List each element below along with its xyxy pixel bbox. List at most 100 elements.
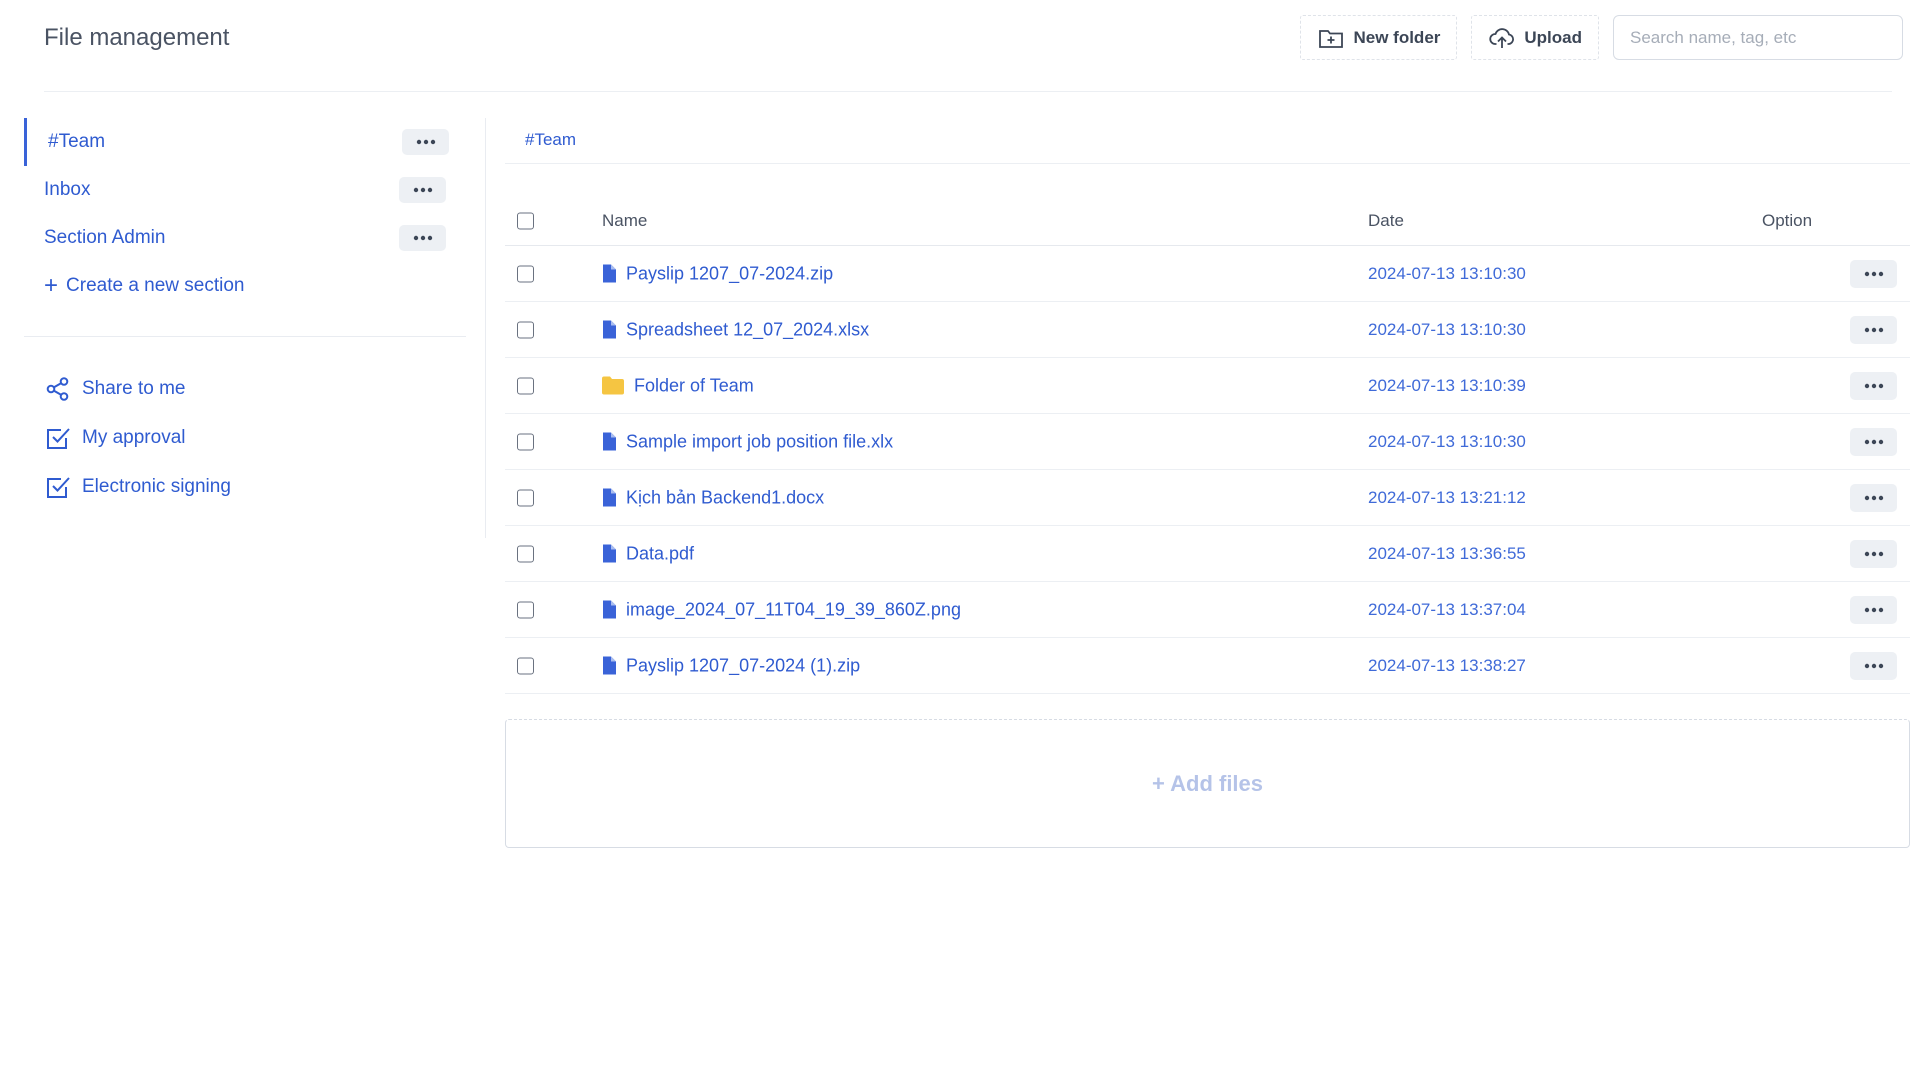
file-date: 2024-07-13 13:10:30 <box>1368 319 1526 339</box>
sidebar-vertical-divider <box>485 118 486 538</box>
row-options-button[interactable] <box>1850 539 1897 568</box>
file-link[interactable]: Kịch bản Backend1.docx <box>602 487 824 508</box>
section-label: Inbox <box>44 179 91 200</box>
row-options-button[interactable] <box>1850 315 1897 344</box>
file-link[interactable]: Sample import job position file.xlx <box>602 431 893 452</box>
section-options-button[interactable] <box>402 129 449 155</box>
table-row[interactable]: Spreadsheet 12_07_2024.xlsx 2024-07-13 1… <box>505 302 1910 358</box>
more-horizontal-icon <box>1864 607 1883 612</box>
file-name: Payslip 1207_07-2024 (1).zip <box>626 655 861 675</box>
cloud-upload-icon <box>1489 27 1515 48</box>
column-header-date[interactable]: Date <box>1368 211 1404 231</box>
checkbox-icon <box>47 476 70 498</box>
nav-item-share-to-me[interactable]: Share to me <box>24 364 466 413</box>
sidebar: #Team Inbox Section Admin + Create a new… <box>24 118 466 498</box>
folder-link[interactable]: Folder of Team <box>602 375 754 396</box>
file-name: Data.pdf <box>626 543 695 563</box>
new-folder-label: New folder <box>1353 27 1441 47</box>
file-link[interactable]: Payslip 1207_07-2024 (1).zip <box>602 655 860 676</box>
more-horizontal-icon <box>1864 495 1883 500</box>
file-date: 2024-07-13 13:10:39 <box>1368 375 1526 395</box>
folder-plus-icon <box>1319 29 1344 48</box>
nav-label: Share to me <box>82 377 186 399</box>
add-files-dropzone[interactable]: + Add files <box>505 719 1910 848</box>
toolbar: New folder Upload <box>1300 15 1903 60</box>
row-checkbox[interactable] <box>517 265 534 282</box>
row-options-button[interactable] <box>1850 259 1897 288</box>
section-options-button[interactable] <box>399 177 446 203</box>
file-name: Payslip 1207_07-2024.zip <box>626 263 834 283</box>
file-link[interactable]: Payslip 1207_07-2024.zip <box>602 263 833 284</box>
row-options-button[interactable] <box>1850 371 1897 400</box>
section-item-inbox[interactable]: Inbox <box>24 166 466 214</box>
file-date: 2024-07-13 13:21:12 <box>1368 487 1526 507</box>
file-name: Spreadsheet 12_07_2024.xlsx <box>626 319 870 339</box>
nav-item-electronic-signing[interactable]: Electronic signing <box>24 462 466 511</box>
file-table: Name Date Option Payslip 1207_07-2024.zi… <box>505 196 1910 694</box>
file-name: Folder of Team <box>634 375 754 395</box>
search-input[interactable] <box>1613 15 1903 60</box>
file-date: 2024-07-13 13:10:30 <box>1368 431 1526 451</box>
row-checkbox[interactable] <box>517 545 534 562</box>
upload-label: Upload <box>1524 27 1582 47</box>
row-options-button[interactable] <box>1850 483 1897 512</box>
file-link[interactable]: Data.pdf <box>602 543 694 564</box>
nav-item-my-approval[interactable]: My approval <box>24 413 466 462</box>
file-date: 2024-07-13 13:38:27 <box>1368 655 1526 675</box>
file-link[interactable]: image_2024_07_11T04_19_39_860Z.png <box>602 599 961 620</box>
row-options-button[interactable] <box>1850 651 1897 680</box>
page-title: File management <box>44 24 230 51</box>
section-item-section-admin[interactable]: Section Admin <box>24 214 466 262</box>
select-all-checkbox[interactable] <box>517 212 534 229</box>
share-icon <box>46 376 69 401</box>
folder-icon <box>602 376 624 395</box>
file-icon <box>603 656 616 675</box>
table-row[interactable]: Payslip 1207_07-2024.zip 2024-07-13 13:1… <box>505 246 1910 302</box>
file-management-page: File management New folder Upload #Team <box>0 0 1920 1080</box>
table-row[interactable]: Data.pdf 2024-07-13 13:36:55 <box>505 526 1910 582</box>
more-horizontal-icon <box>1864 383 1883 388</box>
row-checkbox[interactable] <box>517 377 534 394</box>
sidebar-divider <box>24 336 466 337</box>
file-date: 2024-07-13 13:36:55 <box>1368 543 1526 563</box>
plus-icon: + <box>44 272 59 299</box>
more-horizontal-icon <box>1864 663 1883 668</box>
table-row[interactable]: Folder of Team 2024-07-13 13:10:39 <box>505 358 1910 414</box>
breadcrumb[interactable]: #Team <box>525 130 576 150</box>
file-date: 2024-07-13 13:37:04 <box>1368 599 1526 619</box>
file-name: Kịch bản Backend1.docx <box>626 487 825 507</box>
section-item-team[interactable]: #Team <box>24 118 466 166</box>
row-checkbox[interactable] <box>517 321 534 338</box>
upload-button[interactable]: Upload <box>1471 15 1599 60</box>
new-folder-button[interactable]: New folder <box>1300 15 1458 60</box>
more-horizontal-icon <box>1864 551 1883 556</box>
column-header-option: Option <box>1762 210 1813 230</box>
table-row[interactable]: Kịch bản Backend1.docx 2024-07-13 13:21:… <box>505 470 1910 526</box>
row-checkbox[interactable] <box>517 433 534 450</box>
row-checkbox[interactable] <box>517 489 534 506</box>
file-icon <box>603 544 616 563</box>
row-checkbox[interactable] <box>517 601 534 618</box>
table-row[interactable]: image_2024_07_11T04_19_39_860Z.png 2024-… <box>505 582 1910 638</box>
more-horizontal-icon <box>413 235 432 241</box>
file-name: image_2024_07_11T04_19_39_860Z.png <box>626 599 961 619</box>
file-date: 2024-07-13 13:10:30 <box>1368 263 1526 283</box>
more-horizontal-icon <box>1864 327 1883 332</box>
file-name: Sample import job position file.xlx <box>626 431 894 451</box>
row-options-button[interactable] <box>1850 595 1897 624</box>
file-icon <box>603 488 616 507</box>
more-horizontal-icon <box>1864 439 1883 444</box>
row-checkbox[interactable] <box>517 657 534 674</box>
column-header-name[interactable]: Name <box>602 211 647 231</box>
create-section-label: Create a new section <box>66 275 245 296</box>
sidebar-nav: Share to me My approval Electronic signi… <box>24 364 466 511</box>
nav-label: My approval <box>82 426 186 448</box>
table-row[interactable]: Sample import job position file.xlx 2024… <box>505 414 1910 470</box>
file-icon <box>603 600 616 619</box>
row-options-button[interactable] <box>1850 427 1897 456</box>
table-row[interactable]: Payslip 1207_07-2024 (1).zip 2024-07-13 … <box>505 638 1910 694</box>
file-link[interactable]: Spreadsheet 12_07_2024.xlsx <box>602 319 869 340</box>
more-horizontal-icon <box>416 139 435 145</box>
section-options-button[interactable] <box>399 225 446 251</box>
create-section-button[interactable]: + Create a new section <box>24 262 466 310</box>
